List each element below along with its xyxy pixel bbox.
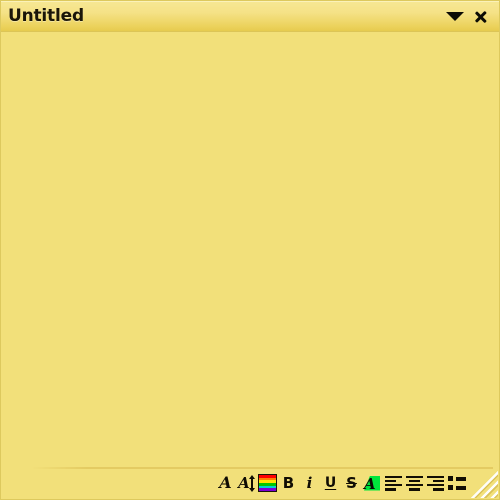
bullet-list-icon <box>447 476 466 491</box>
window-title: Untitled <box>8 7 84 25</box>
font-size-icon <box>248 474 255 492</box>
note-text-area[interactable] <box>1 32 499 467</box>
formatting-toolbar: A A B i U S A <box>215 470 467 496</box>
italic-button[interactable]: i <box>299 472 320 495</box>
align-right-button[interactable] <box>425 472 446 495</box>
highlight-button[interactable]: A <box>362 472 383 495</box>
menu-dropdown-button[interactable] <box>445 6 465 26</box>
align-center-button[interactable] <box>404 472 425 495</box>
highlight-icon: A <box>363 474 382 493</box>
underline-icon: U <box>324 475 337 491</box>
font-size-button[interactable]: A <box>236 472 257 495</box>
bold-button[interactable]: B <box>278 472 299 495</box>
titlebar[interactable]: Untitled <box>1 1 499 32</box>
sticky-note-window: Untitled A A B i U S A <box>0 0 500 500</box>
highlight-letter: A <box>364 474 376 493</box>
strikethrough-icon: S <box>346 473 357 492</box>
italic-icon: i <box>306 473 313 492</box>
underline-button[interactable]: U <box>320 472 341 495</box>
close-icon <box>474 9 489 24</box>
font-face-icon: A <box>219 473 232 492</box>
close-button[interactable] <box>471 6 491 26</box>
strikethrough-button[interactable]: S <box>341 472 362 495</box>
toolbar-divider <box>31 467 493 469</box>
bullet-list-button[interactable] <box>446 472 467 495</box>
titlebar-button-group <box>445 6 495 26</box>
font-face-button[interactable]: A <box>215 472 236 495</box>
caret-down-icon <box>446 11 464 21</box>
align-left-button[interactable] <box>383 472 404 495</box>
align-center-icon <box>406 475 423 491</box>
align-left-icon <box>385 475 402 491</box>
text-color-button[interactable] <box>257 472 278 495</box>
color-palette-icon <box>258 474 277 492</box>
formatting-toolbar-container: A A B i U S A <box>1 467 499 499</box>
bold-icon: B <box>282 473 295 492</box>
align-right-icon <box>427 475 444 491</box>
